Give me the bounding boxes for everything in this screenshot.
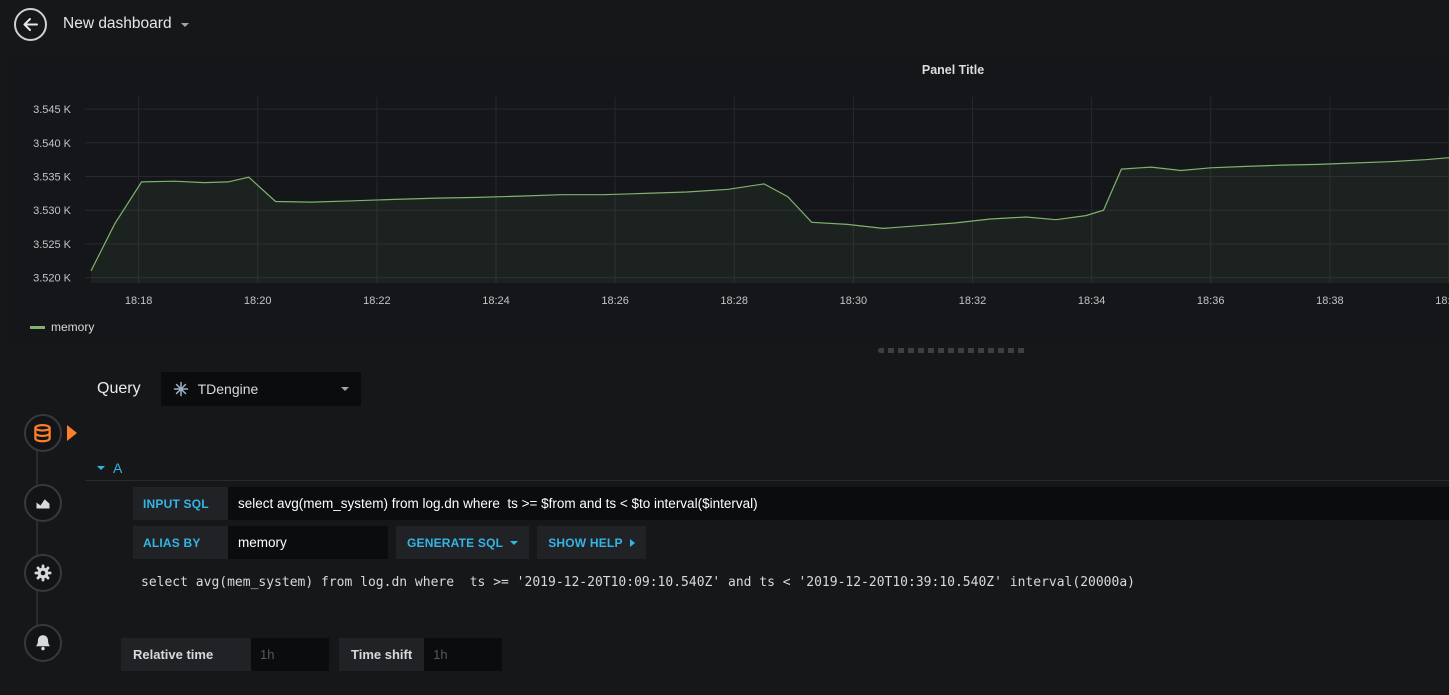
svg-text:18:30: 18:30: [840, 295, 868, 307]
gear-icon: [33, 563, 53, 583]
panel-title[interactable]: Panel Title: [922, 63, 984, 77]
back-arrow-icon: [22, 17, 39, 32]
query-header: Query TDengine: [85, 365, 1449, 413]
tab-alert[interactable]: [23, 624, 62, 662]
svg-text:18:22: 18:22: [363, 295, 391, 307]
time-series-chart[interactable]: 3.520 K 3.525 K 3.530 K 3.535 K 3.540 K 3.545…: [10, 83, 1449, 319]
svg-text:3.545 K: 3.545 K: [33, 104, 72, 116]
alias-by-label: ALIAS BY: [133, 526, 228, 559]
query-form: INPUT SQL ALIAS BY GENERATE SQL SHOW HEL…: [85, 487, 1449, 590]
show-help-button[interactable]: SHOW HELP: [537, 526, 646, 559]
time-options-row: Relative time Time shift: [121, 638, 1449, 671]
alias-by-field[interactable]: [228, 526, 388, 559]
chevron-right-icon: [629, 538, 635, 547]
generated-sql-text: select avg(mem_system) from log.dn where…: [141, 575, 1135, 590]
generate-sql-label: GENERATE SQL: [407, 535, 504, 550]
active-tab-pointer-icon: [66, 425, 77, 441]
chevron-down-icon: [340, 387, 349, 391]
input-sql-label: INPUT SQL: [133, 487, 228, 520]
svg-text:18:20: 18:20: [244, 295, 272, 307]
dashboard-title-menu[interactable]: New dashboard: [63, 15, 189, 33]
graph-panel: Panel Title 3.520 K 3.525 K 3.530 K 3.535 K…: [10, 55, 1449, 343]
datasource-name: TDengine: [197, 381, 259, 397]
tab-general[interactable]: [23, 554, 62, 592]
svg-text:18:36: 18:36: [1197, 295, 1225, 307]
svg-text:3.540 K: 3.540 K: [33, 138, 72, 150]
query-section-title: Query: [97, 380, 141, 397]
tab-queries[interactable]: [23, 414, 77, 452]
show-help-label: SHOW HELP: [548, 535, 623, 550]
svg-text:18:38: 18:38: [1316, 295, 1344, 307]
panel-editor-split: [0, 343, 1449, 355]
panel-editor: Query TDengine A INPUT SQL select avg(me…: [0, 365, 1449, 690]
tdengine-logo-icon: [173, 381, 189, 397]
svg-text:3.525 K: 3.525 K: [33, 239, 72, 251]
svg-text:18:40: 18:40: [1435, 295, 1449, 307]
bell-icon: [33, 633, 53, 653]
alias-by-row: ALIAS BY GENERATE SQL SHOW HELP: [133, 526, 1449, 559]
svg-text:18:28: 18:28: [720, 295, 748, 307]
panel-header: Panel Title: [10, 60, 1449, 83]
back-button[interactable]: [14, 7, 47, 41]
time-shift-field[interactable]: [424, 638, 503, 671]
legend-item-memory[interactable]: memory: [51, 320, 94, 334]
query-ref-header[interactable]: A: [85, 455, 1449, 481]
panel-resize-handle[interactable]: [878, 348, 1028, 353]
relative-time-label: Relative time: [121, 638, 251, 671]
svg-text:3.535 K: 3.535 K: [33, 172, 72, 184]
chevron-down-icon: [180, 23, 189, 27]
tabs-connector-line: [36, 433, 38, 641]
input-sql-field[interactable]: [228, 487, 1449, 520]
svg-text:3.530 K: 3.530 K: [33, 205, 72, 217]
dashboard-title: New dashboard: [63, 15, 172, 32]
svg-text:18:32: 18:32: [959, 295, 987, 307]
svg-text:18:26: 18:26: [601, 295, 629, 307]
svg-text:18:24: 18:24: [482, 295, 510, 307]
datasource-picker[interactable]: TDengine: [160, 372, 361, 406]
generate-sql-button[interactable]: GENERATE SQL: [396, 526, 530, 559]
time-shift-label: Time shift: [339, 638, 425, 671]
collapse-caret-icon: [97, 465, 105, 470]
tab-visualization[interactable]: [23, 484, 62, 522]
chevron-down-icon: [510, 540, 519, 545]
database-icon: [32, 423, 53, 444]
svg-text:3.520 K: 3.520 K: [33, 273, 72, 285]
svg-text:18:18: 18:18: [125, 295, 153, 307]
chart-legend: memory: [10, 319, 1449, 343]
query-editor: Query TDengine A INPUT SQL select avg(me…: [85, 365, 1449, 690]
legend-color-line: [30, 325, 45, 329]
chart-icon: [34, 494, 52, 512]
input-sql-row: INPUT SQL: [133, 487, 1449, 520]
editor-tabs: [0, 365, 85, 690]
svg-text:18:34: 18:34: [1078, 295, 1106, 307]
query-ref-letter: A: [113, 459, 123, 476]
relative-time-field[interactable]: [251, 638, 329, 671]
top-navbar: New dashboard: [0, 0, 1449, 48]
